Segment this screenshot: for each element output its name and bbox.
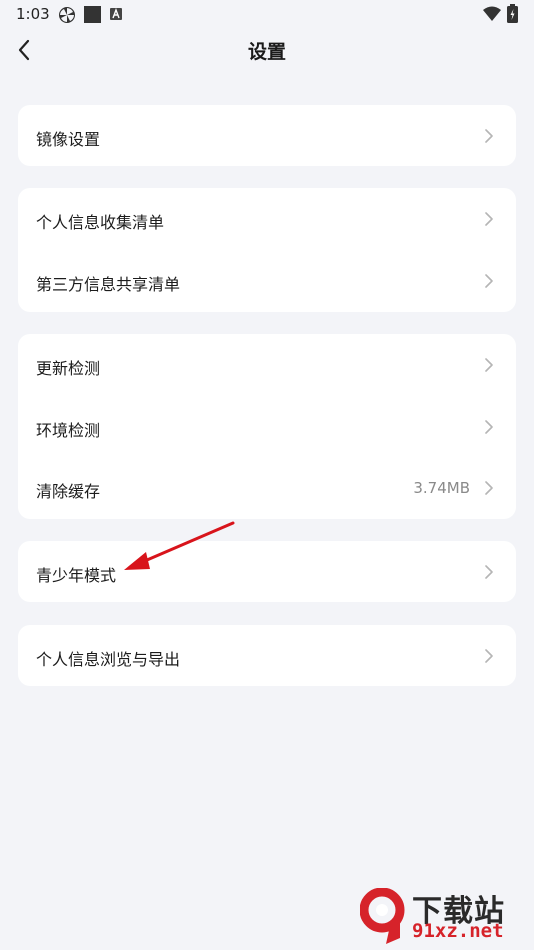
settings-item-label: 镜像设置 xyxy=(36,130,101,149)
top-app-bar: 设置 xyxy=(0,28,534,72)
status-time: 1:03 xyxy=(16,5,50,23)
watermark-logo-icon xyxy=(360,888,405,944)
settings-item-clear-cache[interactable]: 清除缓存 3.74MB xyxy=(18,457,516,519)
a-badge-icon xyxy=(110,8,122,20)
battery-charging-icon xyxy=(507,4,518,23)
settings-item-label: 个人信息收集清单 xyxy=(36,213,165,232)
settings-item-mirror[interactable]: 镜像设置 xyxy=(18,105,516,167)
chevron-right-icon xyxy=(485,649,493,663)
settings-item-label: 环境检测 xyxy=(36,421,101,440)
page-title: 设置 xyxy=(247,41,286,63)
settings-group-4: 青少年模式 xyxy=(18,541,516,602)
pinwheel-icon xyxy=(59,7,75,23)
settings-group-3: 更新检测 环境检测 清除缓存 3.74MB xyxy=(18,334,516,519)
wifi-icon xyxy=(483,6,501,21)
watermark-url: 91xz.net xyxy=(412,920,504,942)
settings-item-label: 第三方信息共享清单 xyxy=(36,275,181,294)
status-bar: 1:03 xyxy=(0,0,534,28)
settings-item-label: 更新检测 xyxy=(36,359,101,378)
settings-group-2: 个人信息收集清单 第三方信息共享清单 xyxy=(18,188,516,312)
settings-item-third-party-sharing[interactable]: 第三方信息共享清单 xyxy=(18,250,516,312)
settings-item-teen-mode[interactable]: 青少年模式 xyxy=(18,541,516,603)
settings-item-label: 青少年模式 xyxy=(36,566,117,585)
chevron-right-icon xyxy=(485,212,493,226)
chevron-right-icon xyxy=(485,481,493,495)
settings-item-environment-check[interactable]: 环境检测 xyxy=(18,396,516,458)
settings-item-personal-info-export[interactable]: 个人信息浏览与导出 xyxy=(18,625,516,687)
settings-item-personal-info-list[interactable]: 个人信息收集清单 xyxy=(18,188,516,250)
cache-size-value: 3.74MB xyxy=(413,479,470,497)
square-icon xyxy=(84,6,101,23)
watermark: 下载站 91xz.net xyxy=(360,884,530,946)
settings-group-5: 个人信息浏览与导出 xyxy=(18,625,516,686)
settings-item-update-check[interactable]: 更新检测 xyxy=(18,334,516,396)
chevron-right-icon xyxy=(485,420,493,434)
settings-item-label: 清除缓存 xyxy=(36,482,101,501)
chevron-right-icon xyxy=(485,358,493,372)
chevron-right-icon xyxy=(485,565,493,579)
settings-group-1: 镜像设置 xyxy=(18,105,516,166)
settings-item-label: 个人信息浏览与导出 xyxy=(36,650,181,669)
chevron-right-icon xyxy=(485,274,493,288)
chevron-right-icon xyxy=(485,129,493,143)
